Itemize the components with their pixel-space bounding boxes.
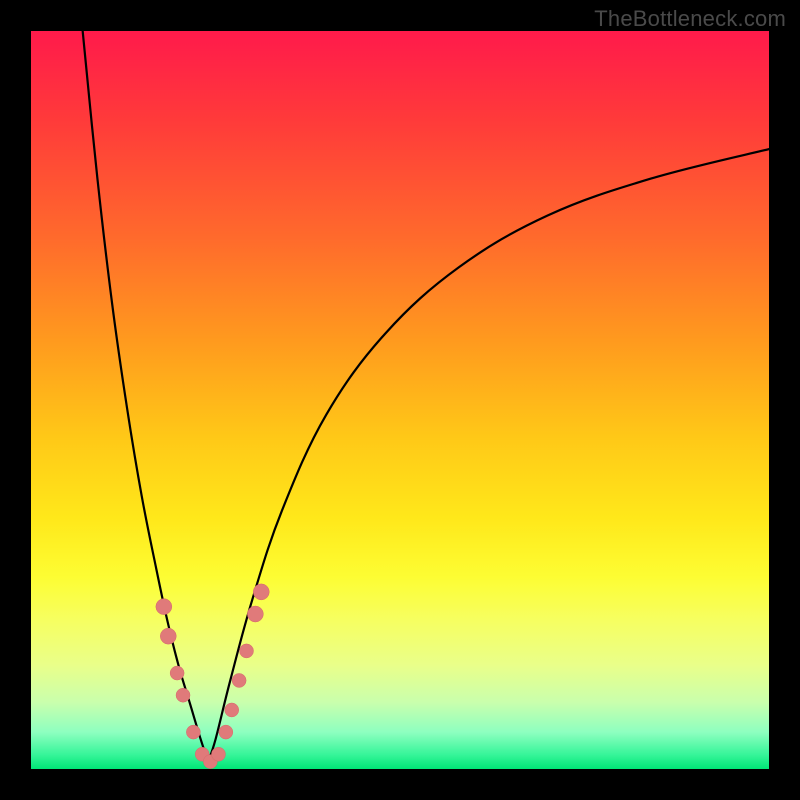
curve-marker [160,628,176,644]
curve-marker [186,725,200,739]
curve-marker [211,747,225,761]
curve-marker [170,666,184,680]
curve-marker [239,644,253,658]
curve-marker [253,584,269,600]
curve-markers [156,584,269,769]
chart-frame: TheBottleneck.com [0,0,800,800]
plot-area [31,31,769,769]
curve-marker [176,688,190,702]
curve-marker [247,606,263,622]
curve-marker [232,673,246,687]
curve-marker [225,703,239,717]
curve-right-branch [208,149,769,762]
curve-left-branch [83,31,208,762]
watermark-text: TheBottleneck.com [594,6,786,32]
curve-marker [219,725,233,739]
curve-marker [156,599,172,615]
bottleneck-curve-svg [31,31,769,769]
